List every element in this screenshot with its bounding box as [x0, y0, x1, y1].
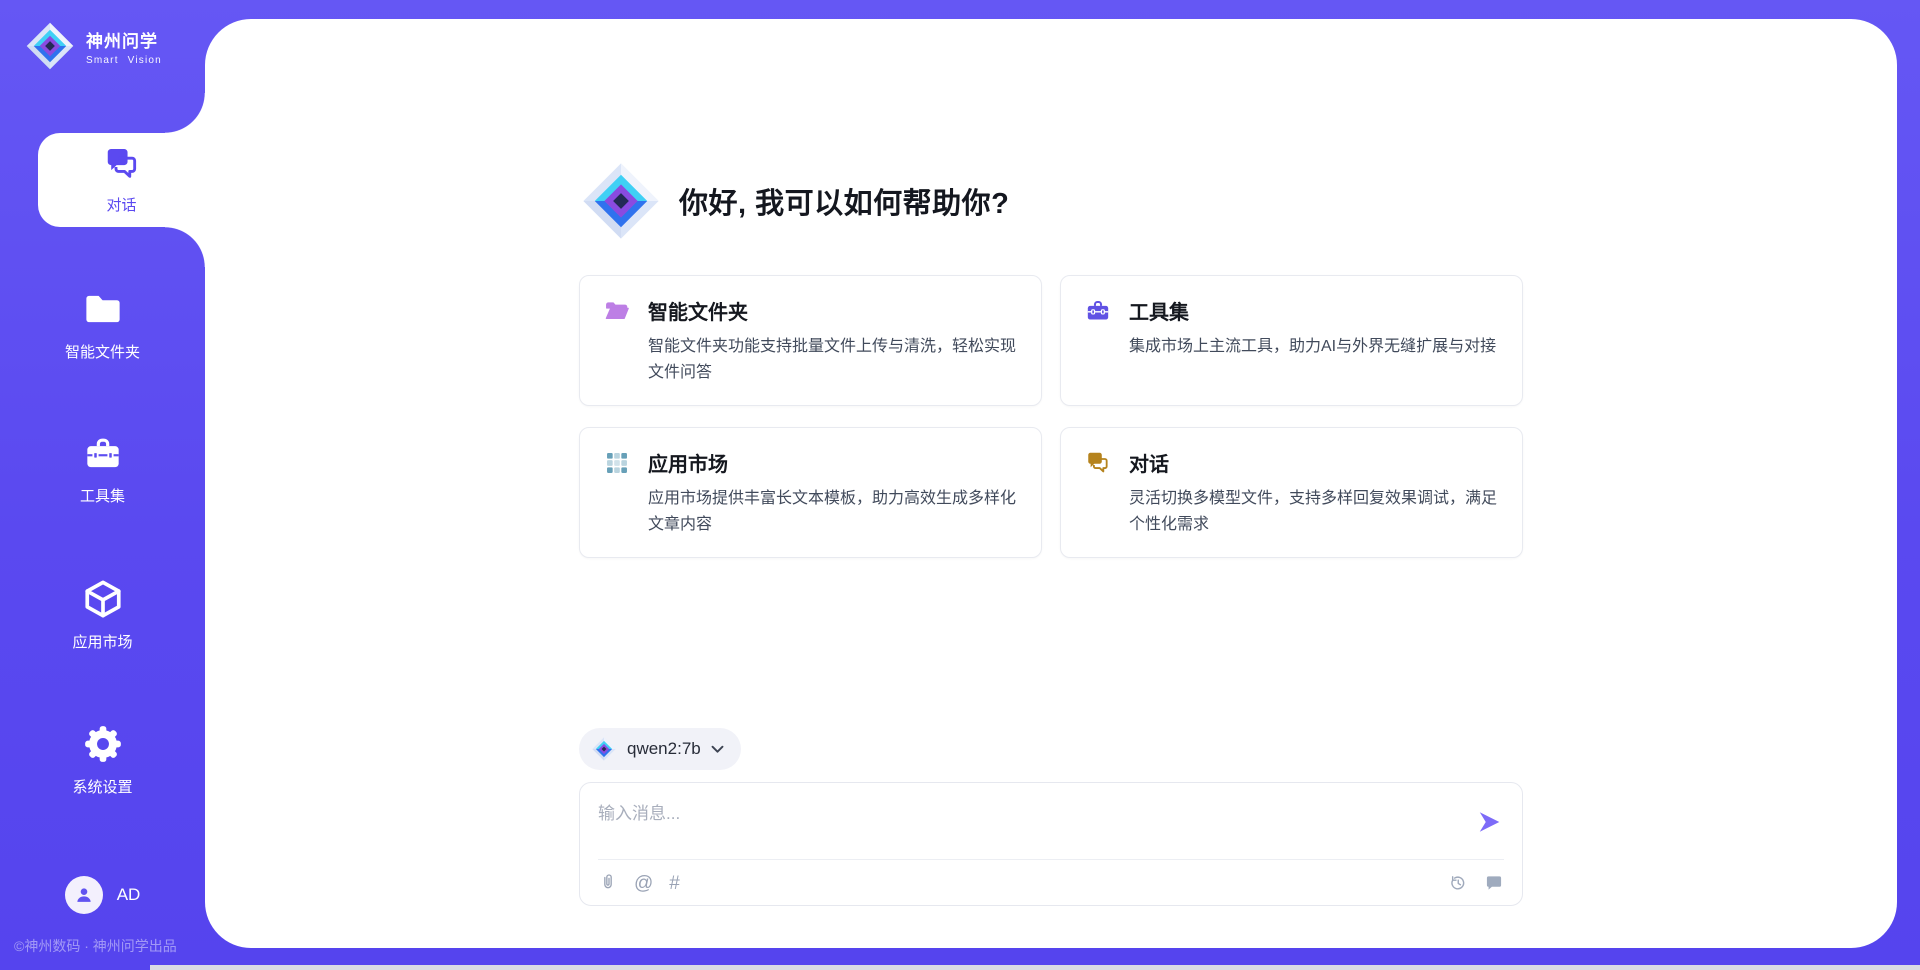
- person-icon: [73, 884, 95, 906]
- toolbox-icon: [1085, 298, 1111, 324]
- sidebar-item-app-market[interactable]: 应用市场: [0, 568, 205, 662]
- sidebar-item-label: 对话: [106, 194, 136, 215]
- at-icon: @: [634, 874, 653, 893]
- sidebar-item-settings[interactable]: 系统设置: [0, 713, 205, 807]
- attach-file-button[interactable]: [598, 873, 618, 893]
- topic-button[interactable]: #: [669, 874, 680, 893]
- mention-button[interactable]: @: [634, 874, 653, 893]
- brand-name: 神州问学: [86, 27, 162, 52]
- send-button[interactable]: [1474, 807, 1504, 840]
- send-icon: [1476, 809, 1502, 835]
- chat-icon: [1085, 450, 1111, 476]
- chevron-down-icon: [711, 745, 724, 754]
- sidebar-item-toolset[interactable]: 工具集: [0, 423, 205, 517]
- card-description: 集成市场上主流工具，助力AI与外界无缝扩展与对接: [1129, 334, 1498, 360]
- brand-logo-icon: [24, 20, 76, 72]
- greeting: 你好, 我可以如何帮助你?: [579, 159, 1523, 243]
- card-toolset[interactable]: 工具集 集成市场上主流工具，助力AI与外界无缝扩展与对接: [1060, 275, 1523, 406]
- copyright-text: ©神州数码 · 神州问学出品: [14, 936, 205, 956]
- folder-open-icon: [604, 298, 630, 324]
- sidebar-nav: 对话 智能文件夹 工具集: [0, 133, 205, 858]
- horizontal-scrollbar[interactable]: [150, 965, 1920, 970]
- sidebar-item-label: 工具集: [80, 485, 125, 506]
- card-description: 应用市场提供丰富长文本模板，助力高效生成多样化文章内容: [648, 486, 1017, 537]
- composer: @ #: [579, 782, 1523, 906]
- feature-cards: 智能文件夹 智能文件夹功能支持批量文件上传与清洗，轻松实现文件问答 工具: [579, 275, 1523, 558]
- sidebar-item-label: 应用市场: [72, 631, 132, 652]
- brand-subtitle: Smart Vision: [86, 55, 162, 66]
- avatar: [65, 876, 103, 914]
- user-name: AD: [117, 885, 141, 905]
- cube-icon: [82, 578, 124, 620]
- message-input[interactable]: [598, 799, 1474, 855]
- main-panel: 你好, 我可以如何帮助你? 智能文件夹 智能文件夹功能支持批量文件上传与清洗，轻…: [205, 19, 1897, 948]
- sidebar-item-chat[interactable]: 对话: [38, 133, 205, 227]
- paperclip-icon: [598, 873, 618, 893]
- sidebar: 神州问学 Smart Vision 对话 智能文件夹: [0, 0, 205, 970]
- history-icon: [1448, 873, 1468, 893]
- tab-fillet-top: [165, 93, 205, 133]
- tab-fillet-bottom: [165, 227, 205, 267]
- card-title: 智能文件夹: [648, 296, 748, 325]
- card-description: 智能文件夹功能支持批量文件上传与清洗，轻松实现文件问答: [648, 334, 1017, 385]
- chat-icon: [103, 145, 141, 183]
- sidebar-item-label: 系统设置: [72, 776, 132, 797]
- card-chat[interactable]: 对话 灵活切换多模型文件，支持多样回复效果调试，满足个性化需求: [1060, 427, 1523, 558]
- model-name: qwen2:7b: [627, 739, 701, 759]
- gear-icon: [82, 723, 124, 765]
- card-title: 应用市场: [648, 448, 728, 477]
- hash-icon: #: [669, 874, 680, 893]
- feedback-button[interactable]: [1484, 873, 1504, 893]
- app-root: 神州问学 Smart Vision 对话 智能文件夹: [0, 0, 1920, 970]
- chat-bubble-icon: [1484, 873, 1504, 893]
- history-button[interactable]: [1448, 873, 1468, 893]
- grid-icon: [604, 450, 630, 476]
- greeting-logo-icon: [579, 159, 663, 243]
- card-title: 对话: [1129, 448, 1169, 477]
- model-logo-icon: [591, 736, 617, 762]
- card-app-market[interactable]: 应用市场 应用市场提供丰富长文本模板，助力高效生成多样化文章内容: [579, 427, 1042, 558]
- card-description: 灵活切换多模型文件，支持多样回复效果调试，满足个性化需求: [1129, 486, 1498, 537]
- card-title: 工具集: [1129, 296, 1189, 325]
- sidebar-item-smart-folder[interactable]: 智能文件夹: [0, 278, 205, 372]
- user-profile[interactable]: AD: [0, 876, 205, 914]
- folder-icon: [82, 288, 124, 330]
- card-smart-folder[interactable]: 智能文件夹 智能文件夹功能支持批量文件上传与清洗，轻松实现文件问答: [579, 275, 1042, 406]
- model-selector[interactable]: qwen2:7b: [579, 728, 741, 770]
- brand: 神州问学 Smart Vision: [0, 0, 205, 76]
- greeting-text: 你好, 我可以如何帮助你?: [679, 180, 1009, 222]
- sidebar-item-label: 智能文件夹: [65, 341, 140, 362]
- toolbox-icon: [83, 434, 123, 474]
